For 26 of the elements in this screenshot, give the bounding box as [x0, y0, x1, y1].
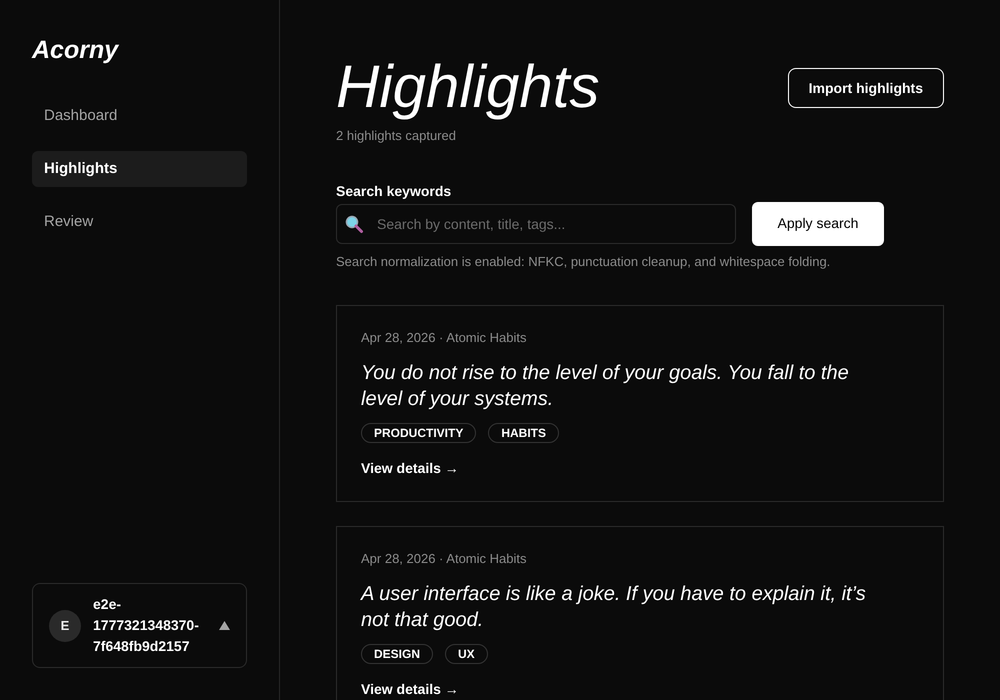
search-note: Search normalization is enabled: NFKC, punctuation cleanup, and whitespace folding. — [336, 252, 830, 271]
sidebar-item[interactable]: Dashboard — [32, 98, 247, 134]
caret-up-icon — [219, 621, 230, 630]
user-name: e2e-1777321348370-7f648fb9d2157 — [93, 595, 200, 656]
highlight-meta: Apr 28, 2026 · Atomic Habits — [361, 330, 526, 346]
page-title: Highlights — [336, 54, 600, 120]
tag-chip: DESIGN — [361, 644, 434, 664]
user-avatar: E — [49, 610, 81, 642]
sidebar-item[interactable]: Highlights — [32, 151, 247, 187]
tag-chip: HABITS — [488, 423, 560, 443]
highlight-quote: You do not rise to the level of your goals. You fall to the level of your systems. — [361, 361, 850, 412]
highlight-quote: A user interface is like a joke. If you have to explain it, it’s not that good. — [361, 582, 867, 633]
tag-chip: UX — [445, 644, 488, 664]
app-logo: Acorny — [32, 35, 118, 66]
view-details-link[interactable]: View details → — [361, 460, 459, 476]
search-field[interactable]: Search by content, title, tags... — [336, 204, 736, 244]
import-button[interactable]: Import highlights — [788, 68, 944, 108]
tag-chip: PRODUCTIVITY — [361, 423, 476, 443]
search-label: Search keywords — [336, 182, 452, 201]
account-menu[interactable]: E e2e-1777321348370-7f648fb9d2157 — [32, 583, 247, 668]
sidebar-item[interactable]: Review — [32, 204, 247, 240]
view-details-link[interactable]: View details → — [361, 681, 459, 697]
highlight-meta: Apr 28, 2026 · Atomic Habits — [361, 551, 526, 567]
apply-search-button[interactable]: Apply search — [752, 202, 884, 246]
search-icon — [345, 214, 363, 232]
highlight-count: 2 highlights captured — [336, 127, 456, 145]
